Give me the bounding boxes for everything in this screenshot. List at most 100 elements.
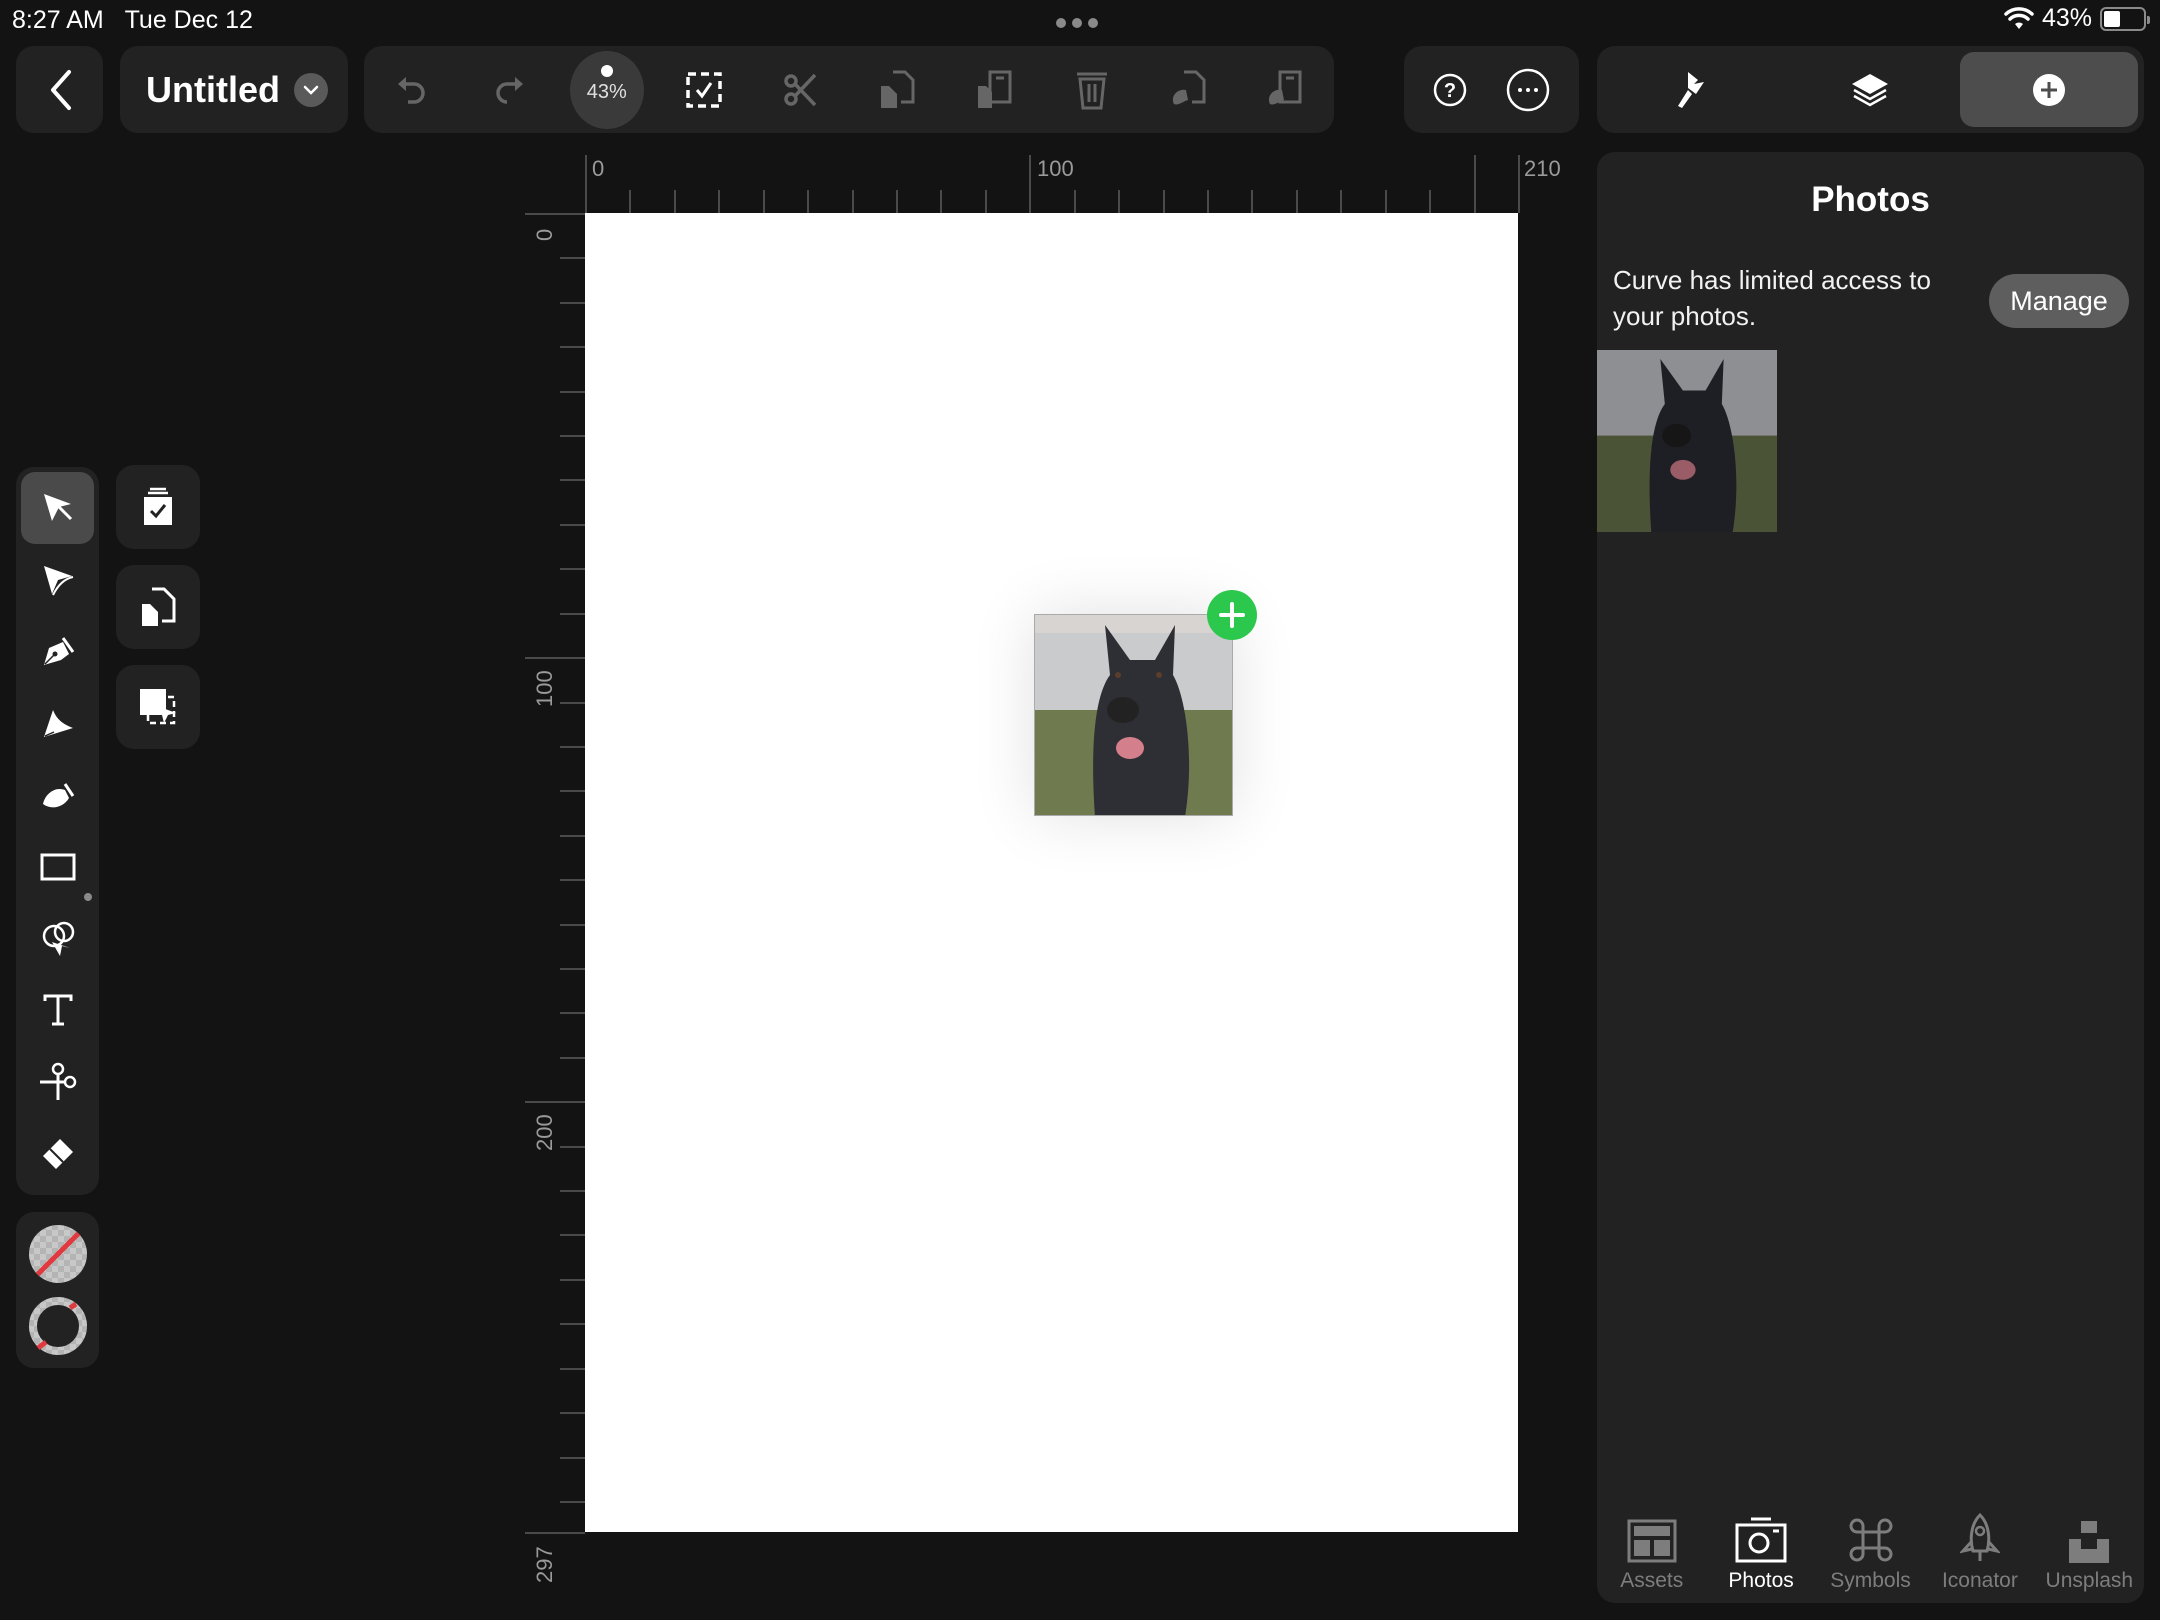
plus-circle-icon (2032, 73, 2066, 107)
edit-toolbar: 43% (364, 46, 1334, 133)
more-icon (1505, 67, 1551, 113)
select-same-quick-button[interactable] (116, 665, 200, 749)
copy-style-button[interactable] (1140, 46, 1237, 133)
ruler-tick (629, 190, 632, 213)
trash-icon (1075, 70, 1109, 110)
copy-button[interactable] (849, 46, 946, 133)
help-button[interactable]: ? (1432, 72, 1468, 108)
limited-access-message: Curve has limited access to your photos. (1613, 265, 1931, 331)
canvas-page[interactable] (585, 213, 1518, 1532)
tool-rectangle[interactable] (21, 831, 94, 903)
photo-thumbnail[interactable] (1597, 350, 1777, 532)
duplicate-quick-button[interactable] (116, 565, 200, 649)
tool-pen[interactable] (21, 616, 94, 688)
redo-icon (491, 72, 527, 108)
tool-strip (16, 467, 99, 1195)
no-fill-icon (28, 1225, 87, 1283)
ruler-tick (560, 834, 585, 837)
ruler-tick (560, 967, 585, 970)
delete-button[interactable] (1043, 46, 1140, 133)
status-time: 8:27 AM (12, 6, 104, 34)
paste-style-button[interactable] (1237, 46, 1334, 133)
ruler-tick (940, 190, 943, 213)
tool-select[interactable] (21, 472, 94, 544)
ruler-tick (896, 190, 898, 213)
assets-icon (1627, 1519, 1677, 1563)
multitasking-dots[interactable] (1056, 18, 1098, 28)
tool-text[interactable] (21, 975, 94, 1047)
command-icon (1848, 1517, 1894, 1563)
undo-button[interactable] (364, 46, 461, 133)
lasso-icon (40, 920, 76, 958)
rectangle-icon (40, 853, 76, 881)
select-same-icon (138, 687, 178, 727)
ruler-tick (560, 1367, 585, 1370)
tool-direct-select[interactable] (21, 544, 94, 616)
add-image-badge[interactable] (1207, 590, 1257, 640)
paste-quick-button[interactable] (116, 465, 200, 549)
ruler-tick (1029, 155, 1032, 213)
tab-insert[interactable] (1959, 52, 2138, 127)
tool-eraser[interactable] (21, 1118, 94, 1190)
ruler-tick (560, 1234, 585, 1237)
submenu-indicator (84, 892, 92, 901)
document-title-menu[interactable]: Untitled (120, 46, 348, 133)
ruler-tick (673, 190, 676, 213)
bezigon-icon (41, 706, 75, 740)
ruler-tick (762, 190, 765, 213)
library-tab-unsplash[interactable]: Unsplash (2035, 1519, 2144, 1593)
ruler-tick (560, 1056, 585, 1059)
fill-color-swatch[interactable] (28, 1224, 88, 1284)
battery-percent: 43% (2041, 4, 2092, 32)
paste-icon (976, 70, 1014, 110)
library-tab-assets[interactable]: Assets (1597, 1519, 1706, 1593)
scissors-icon (782, 71, 820, 109)
ruler-tick (525, 657, 585, 660)
vertical-ruler: 0 100 200 297 (520, 213, 585, 1583)
tab-style[interactable] (1603, 52, 1781, 127)
ruler-tick (560, 1190, 585, 1193)
tab-layers[interactable] (1781, 52, 1959, 127)
more-button[interactable] (1505, 67, 1551, 113)
ruler-tick (1473, 155, 1476, 213)
ruler-tick (560, 745, 585, 748)
ruler-tick (560, 879, 585, 882)
rocket-icon (1959, 1513, 2000, 1563)
ruler-tick (560, 790, 585, 793)
library-tab-symbols[interactable]: Symbols (1816, 1517, 1925, 1593)
tool-brush[interactable] (21, 759, 94, 831)
help-icon: ? (1432, 72, 1468, 108)
tool-knife[interactable] (21, 1046, 94, 1118)
ruler-tick (560, 1412, 585, 1415)
ruler-tick (560, 1456, 585, 1459)
stroke-color-swatch[interactable] (28, 1296, 88, 1356)
cut-button[interactable] (753, 46, 850, 133)
ruler-tick (560, 1278, 585, 1281)
duplicate-icon (140, 587, 176, 627)
wifi-icon (2004, 6, 2034, 31)
ruler-tick (1340, 190, 1343, 213)
layers-icon (1850, 72, 1890, 108)
ruler-tick (1429, 190, 1432, 213)
library-tab-iconator[interactable]: Iconator (1925, 1513, 2034, 1593)
ruler-tick (560, 923, 585, 926)
ruler-tick (560, 1145, 585, 1148)
library-tab-photos[interactable]: Photos (1706, 1517, 1815, 1593)
zoom-level-button[interactable]: 43% (569, 50, 644, 129)
ruler-tick (1118, 190, 1121, 213)
tool-bezigon[interactable] (21, 687, 94, 759)
paste-button[interactable] (946, 46, 1043, 133)
arrow-select-icon (41, 491, 75, 525)
document-title: Untitled (146, 68, 280, 110)
ruler-tick (560, 301, 585, 304)
select-all-button[interactable] (656, 46, 753, 133)
ruler-tick (585, 155, 587, 213)
paste-style-icon (1266, 70, 1304, 110)
tool-lasso[interactable] (21, 903, 94, 975)
clipboard-check-icon (142, 487, 174, 527)
placed-dog-photo[interactable] (1034, 614, 1233, 816)
back-button[interactable] (16, 46, 103, 133)
library-tab-label: Photos (1728, 1569, 1794, 1592)
redo-button[interactable] (461, 46, 558, 133)
manage-button[interactable]: Manage (1989, 274, 2129, 328)
